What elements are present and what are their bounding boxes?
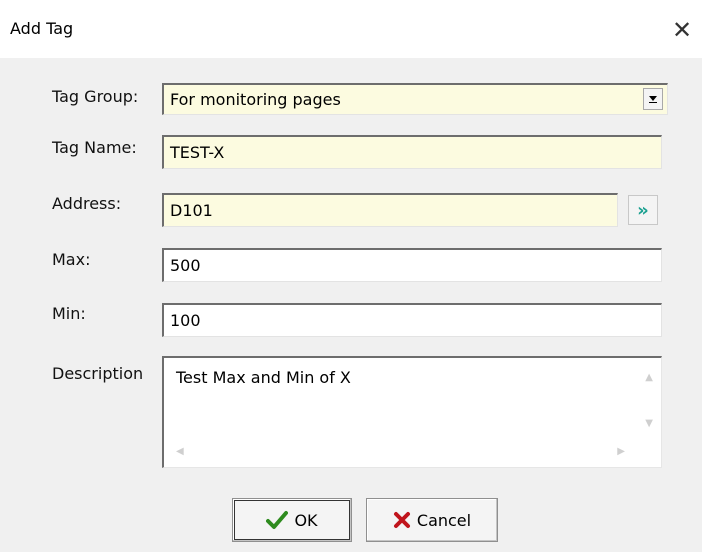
max-field[interactable]: 500 [162,248,662,282]
min-label: Min: [52,304,86,323]
close-icon[interactable]: ✕ [662,10,702,50]
chevron-down-icon[interactable] [643,88,663,110]
cancel-label: Cancel [416,510,472,530]
address-label: Address: [52,194,122,213]
tag-name-label: Tag Name: [52,138,137,157]
tag-group-label: Tag Group: [52,87,139,106]
x-icon [393,512,410,528]
description-value: Test Max and Min of X [176,368,351,387]
double-chevron-right-icon: » [637,199,649,221]
address-field[interactable]: D101 [162,193,618,227]
add-tag-dialog: Add Tag ✕ Tag Group: For monitoring page… [0,0,702,552]
ok-label: OK [294,510,318,530]
address-value: D101 [170,201,213,220]
tag-name-value: TEST-X [170,143,225,162]
scroll-down-icon[interactable]: ▼ [645,418,653,429]
scroll-up-icon[interactable]: ▲ [645,372,653,383]
ok-button[interactable]: OK [232,498,352,542]
title-bar: Add Tag ✕ [0,0,702,58]
scroll-right-icon[interactable]: ▶ [617,446,625,457]
scroll-left-icon[interactable]: ◀ [176,446,184,457]
browse-address-button[interactable]: » [628,195,658,225]
dialog-title: Add Tag [10,19,74,38]
cancel-button[interactable]: Cancel [366,498,498,542]
max-label: Max: [52,250,91,269]
min-value: 100 [170,311,201,330]
max-value: 500 [170,256,201,275]
description-label: Description [52,364,144,383]
tag-group-select[interactable]: For monitoring pages [162,83,668,115]
tag-group-value: For monitoring pages [170,90,341,109]
description-textarea[interactable]: Test Max and Min of X ▲ ▼ ◀ ▶ [162,356,662,468]
check-icon [266,511,289,529]
min-field[interactable]: 100 [162,303,662,337]
tag-name-field[interactable]: TEST-X [162,135,662,169]
